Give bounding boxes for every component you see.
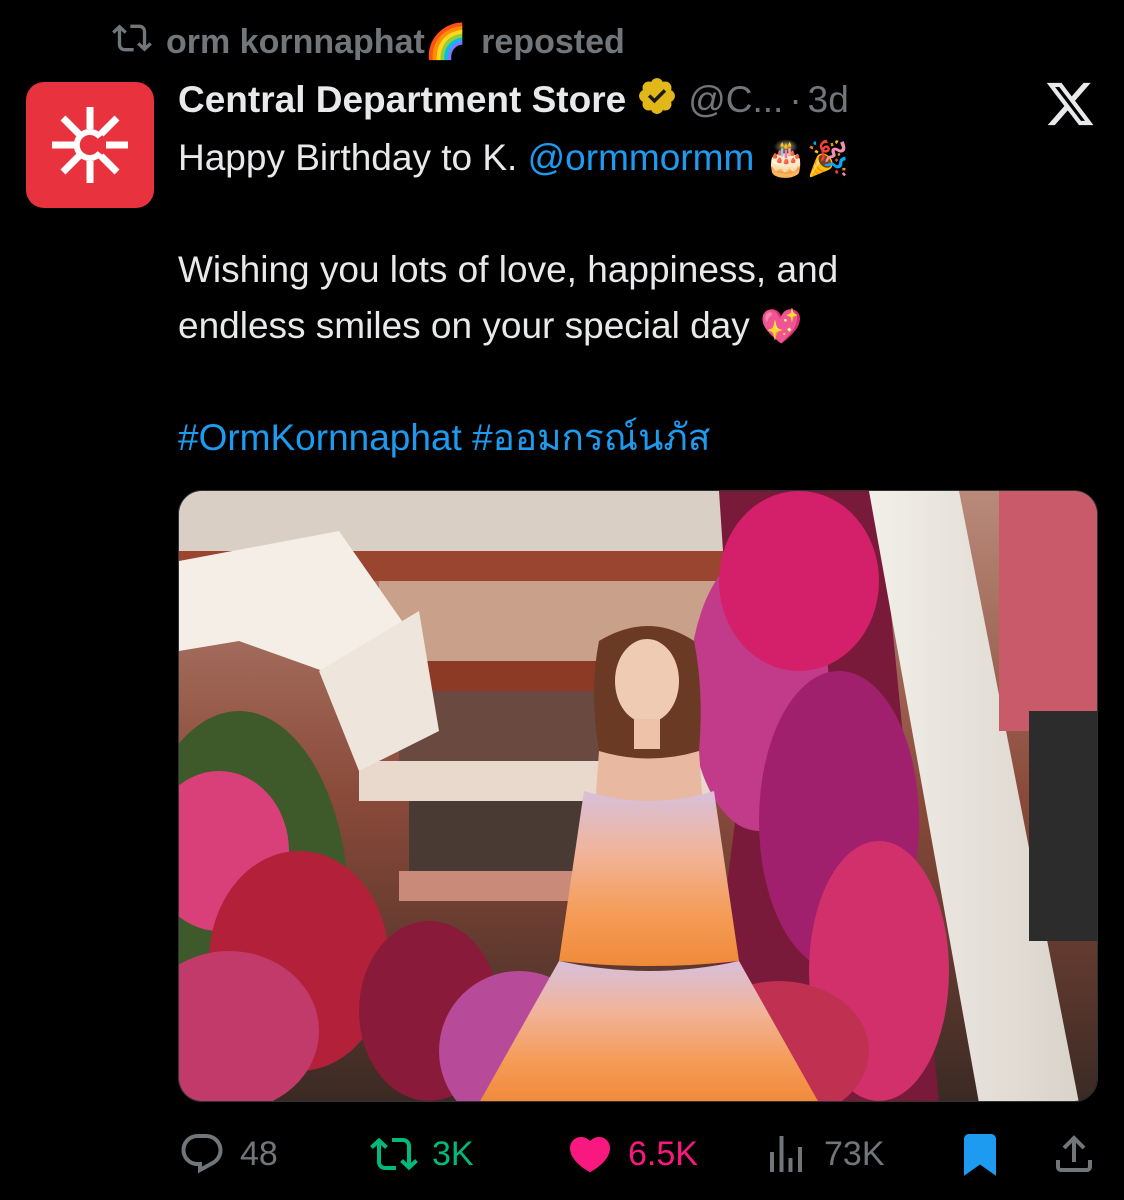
repost-banner[interactable]: orm kornnaphat🌈 reposted xyxy=(112,18,625,66)
central-logo-icon xyxy=(52,107,128,183)
repost-icon xyxy=(112,18,152,67)
heart-icon xyxy=(569,1137,611,1173)
tweet-text-line-2: Wishing you lots of love, happiness, and xyxy=(178,249,839,290)
like-button[interactable]: 6.5K xyxy=(566,1126,698,1182)
tweet-text-line-3: endless smiles on your special day 💖 xyxy=(178,305,803,346)
tweet-actions: 48 3K 6.5K 73K xyxy=(178,1126,1098,1182)
separator-dot: · xyxy=(789,79,802,120)
hashtag-link[interactable]: #ออมกรณ์นภัส xyxy=(472,417,710,458)
repost-icon xyxy=(370,1137,418,1171)
share-button[interactable] xyxy=(1050,1126,1098,1182)
author-name[interactable]: Central Department Store xyxy=(178,79,626,121)
avatar[interactable] xyxy=(26,82,154,208)
mention-link[interactable]: @ormmormm xyxy=(528,137,755,178)
timestamp[interactable]: 3d xyxy=(808,79,849,121)
sparkling-heart-emoji: 💖 xyxy=(760,308,803,346)
author-handle[interactable]: @C... xyxy=(688,79,783,121)
reply-icon xyxy=(181,1134,223,1174)
reply-count: 48 xyxy=(240,1134,278,1173)
bookmark-button[interactable] xyxy=(956,1126,1004,1182)
views-button[interactable]: 73K xyxy=(762,1126,885,1182)
views-count: 73K xyxy=(824,1134,885,1173)
share-icon xyxy=(1056,1135,1092,1172)
tweet-header: Central Department Store @C... · 3d xyxy=(178,74,849,126)
repost-label: reposted xyxy=(481,22,625,61)
tweet-hashtags: #OrmKornnaphat #ออมกรณ์นภัส xyxy=(178,410,710,466)
like-count: 6.5K xyxy=(628,1134,698,1173)
tweet-media-image[interactable] xyxy=(178,490,1098,1102)
cake-party-emoji: 🎂🎉 xyxy=(764,140,850,178)
hashtag-link[interactable]: #OrmKornnaphat xyxy=(178,417,462,458)
tweet-text-line-1: Happy Birthday to K. @ormmormm 🎂🎉 xyxy=(178,137,850,178)
repost-count: 3K xyxy=(432,1134,474,1173)
repost-button[interactable]: 3K xyxy=(370,1126,474,1182)
verified-badge-icon xyxy=(626,75,678,126)
views-chart-icon xyxy=(770,1136,802,1172)
x-logo-icon[interactable] xyxy=(1044,78,1096,130)
repost-user[interactable]: orm kornnaphat🌈 xyxy=(166,22,467,62)
reply-button[interactable]: 48 xyxy=(178,1126,278,1182)
bookmark-icon xyxy=(964,1134,996,1176)
